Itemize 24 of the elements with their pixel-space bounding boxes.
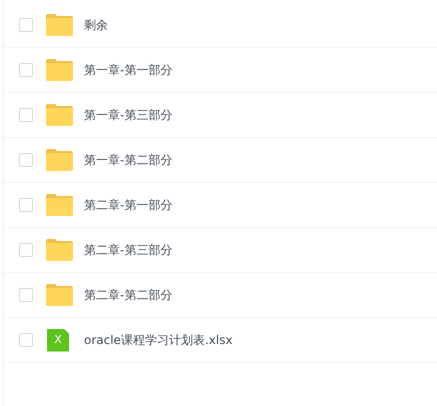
checkbox[interactable] <box>19 18 33 32</box>
file-name[interactable]: 剩余 <box>84 16 108 34</box>
checkbox[interactable] <box>19 63 33 77</box>
folder-icon <box>46 59 73 81</box>
folder-icon <box>46 284 73 306</box>
checkbox[interactable] <box>19 333 33 347</box>
file-name[interactable]: 第二章-第一部分 <box>84 196 172 214</box>
file-name[interactable]: 第二章-第三部分 <box>84 241 172 259</box>
folder-icon <box>46 104 73 126</box>
folder-icon <box>46 149 73 171</box>
folder-icon <box>46 194 73 216</box>
file-name[interactable]: 第一章-第三部分 <box>84 106 172 124</box>
file-name[interactable]: 第一章-第一部分 <box>84 61 172 79</box>
checkbox[interactable] <box>19 198 33 212</box>
file-name[interactable]: oracle课程学习计划表.xlsx <box>84 331 233 349</box>
spreadsheet-icon: X <box>47 328 69 352</box>
checkbox[interactable] <box>19 153 33 167</box>
folder-icon <box>46 14 73 36</box>
file-name[interactable]: 第二章-第二部分 <box>84 286 172 304</box>
checkbox[interactable] <box>19 288 33 302</box>
checkbox[interactable] <box>19 108 33 122</box>
checkbox[interactable] <box>19 243 33 257</box>
folder-icon <box>46 239 73 261</box>
file-name[interactable]: 第一章-第二部分 <box>84 151 172 169</box>
